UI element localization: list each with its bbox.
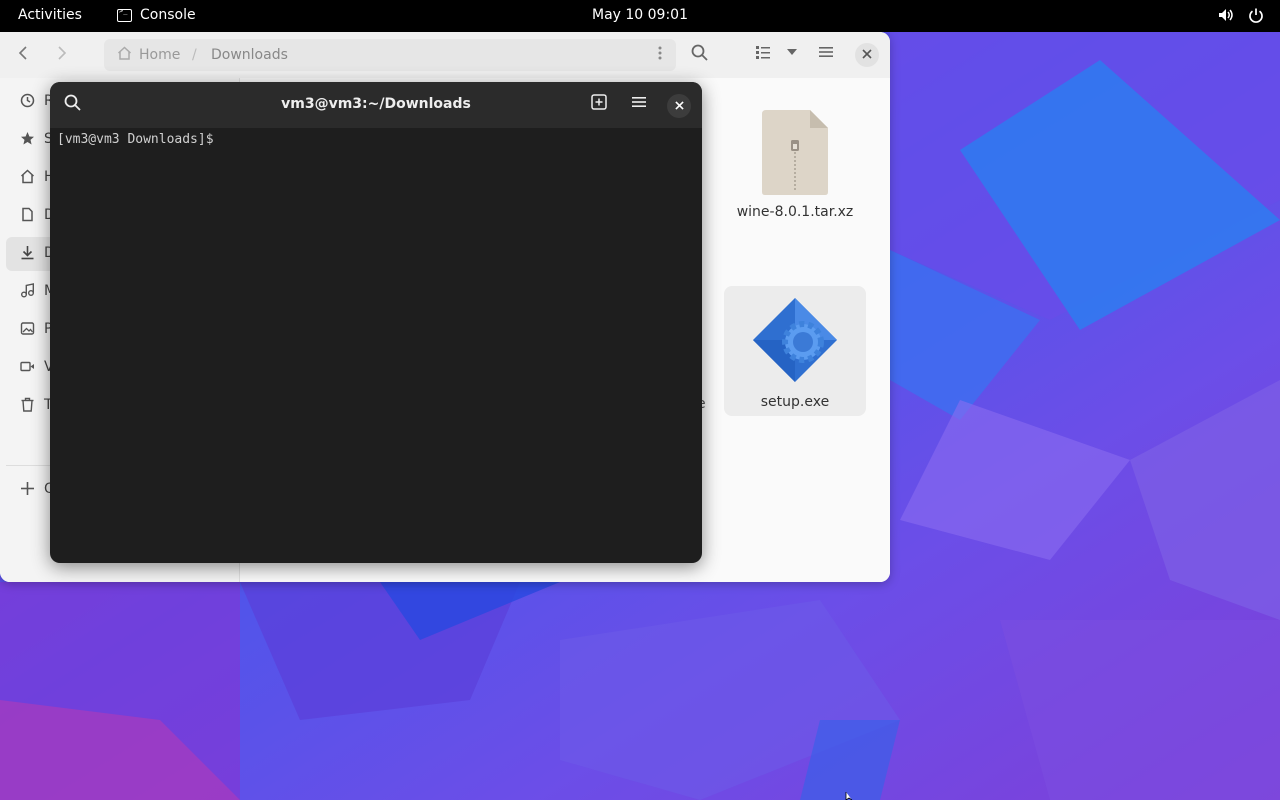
file-item-wine-archive[interactable]: wine-8.0.1.tar.xz [724,98,866,228]
clock[interactable]: May 10 09:01 [592,7,688,23]
file-item-setup-exe[interactable]: setup.exe [724,286,866,416]
hamburger-menu-icon [819,47,833,57]
app-menu-label: Console [140,7,196,23]
search-icon [691,44,708,61]
home-icon [20,169,35,188]
files-close-button[interactable] [855,43,879,67]
trash-icon [20,397,35,416]
terminal-output[interactable]: [vm3@vm3 Downloads]$ [57,132,214,147]
search-button[interactable] [691,44,709,66]
terminal-menu-button[interactable] [631,94,647,114]
volume-icon [1219,9,1233,21]
executable-icon [753,298,837,382]
main-menu-button[interactable] [818,44,834,64]
files-header-bar: Home / Downloads [0,32,890,78]
terminal-window[interactable]: vm3@vm3:~/Downloads [vm3@vm3 Downloads]$ [50,82,702,563]
recent-icon [20,93,35,112]
chevron-down-icon [787,49,797,55]
close-icon [674,101,684,110]
star-icon [20,131,35,150]
terminal-header-bar[interactable]: vm3@vm3:~/Downloads [50,82,702,128]
plus-icon [20,481,35,500]
terminal-prompt: [vm3@vm3 Downloads]$ [57,132,214,147]
home-icon [117,46,132,64]
top-bar: Activities Console May 10 09:01 [0,0,1280,32]
file-name: wine-8.0.1.tar.xz [736,204,854,220]
power-icon [1249,8,1263,23]
list-view-icon [756,46,770,59]
back-button[interactable] [16,45,30,66]
chevron-right-icon [58,46,67,60]
pictures-icon [20,321,35,340]
chevron-left-icon [18,46,27,60]
hamburger-menu-icon [632,97,646,107]
vertical-dots-icon [658,46,662,60]
activities-button[interactable]: Activities [18,7,82,23]
terminal-app-icon [117,7,132,22]
new-tab-icon [591,94,607,110]
view-list-button[interactable] [755,44,771,64]
video-icon [20,359,35,378]
document-icon [20,207,35,226]
terminal-close-button[interactable] [667,94,691,118]
system-menu[interactable] [1218,7,1264,23]
file-name: setup.exe [760,394,830,410]
mouse-cursor-icon [845,792,853,800]
download-icon [20,245,35,264]
music-icon [20,283,35,302]
path-menu-button[interactable] [658,45,662,65]
path-home-crumb[interactable]: Home [139,47,180,63]
archive-icon [762,110,828,195]
path-separator: / [192,47,197,63]
path-bar[interactable]: Home / Downloads [104,39,676,71]
app-menu[interactable]: Console [117,7,196,23]
view-options-button[interactable] [785,44,799,64]
path-current-crumb[interactable]: Downloads [211,47,288,63]
forward-button[interactable] [55,45,69,66]
close-icon [862,49,872,59]
new-tab-button[interactable] [591,94,607,114]
